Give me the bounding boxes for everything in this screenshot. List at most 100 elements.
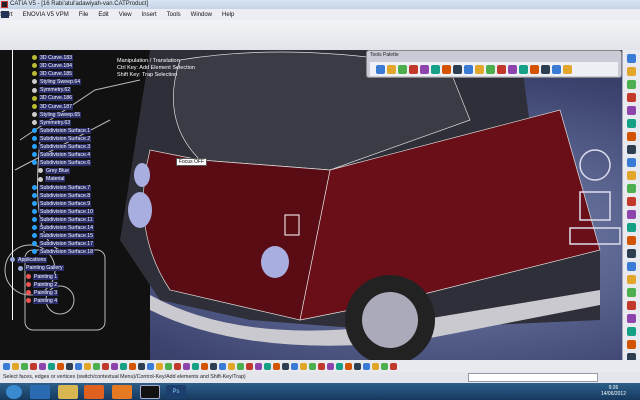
palette-tool-icon[interactable]: [420, 64, 429, 74]
menu-tools[interactable]: Tools: [167, 12, 191, 18]
standard-tool-icon[interactable]: [84, 362, 91, 370]
palette-tool-icon[interactable]: [464, 64, 473, 74]
tree-item[interactable]: Subdivision Surface.17: [4, 240, 104, 248]
standard-tool-icon[interactable]: [264, 362, 271, 370]
side-tool-icon[interactable]: [627, 67, 636, 76]
menu-help[interactable]: Help: [222, 12, 244, 18]
tree-item[interactable]: Subdivision Surface.10: [4, 208, 104, 216]
standard-tool-icon[interactable]: [282, 362, 289, 370]
palette-tool-icon[interactable]: [508, 64, 517, 74]
standard-tool-icon[interactable]: [30, 362, 37, 370]
tree-item[interactable]: Styling Sweep.65: [4, 111, 104, 119]
tree-item[interactable]: 3D Curve.183: [4, 54, 104, 62]
tree-item[interactable]: Styling Sweep.64: [4, 78, 104, 86]
standard-tool-icon[interactable]: [12, 362, 19, 370]
palette-tool-icon[interactable]: [541, 64, 550, 74]
tree-item[interactable]: Subdivision Surface.9: [4, 200, 104, 208]
tree-item[interactable]: Subdivision Surface.15: [4, 232, 104, 240]
side-tool-icon[interactable]: [627, 327, 636, 336]
standard-tool-icon[interactable]: [201, 362, 208, 370]
side-tool-icon[interactable]: [627, 145, 636, 154]
side-tool-icon[interactable]: [627, 158, 636, 167]
standard-tool-icon[interactable]: [3, 362, 10, 370]
side-tool-icon[interactable]: [627, 288, 636, 297]
tree-item[interactable]: Subdivision Surface.8: [4, 192, 104, 200]
tree-item-painting[interactable]: Painting 1: [4, 273, 104, 281]
standard-tool-icon[interactable]: [318, 362, 325, 370]
side-tool-icon[interactable]: [627, 132, 636, 141]
standard-tool-icon[interactable]: [327, 362, 334, 370]
standard-tool-icon[interactable]: [102, 362, 109, 370]
standard-tool-icon[interactable]: [138, 362, 145, 370]
standard-tool-icon[interactable]: [309, 362, 316, 370]
tree-item[interactable]: Subdivision Surface.11: [4, 216, 104, 224]
side-tool-icon[interactable]: [627, 197, 636, 206]
menu-view[interactable]: View: [119, 12, 142, 18]
tree-item[interactable]: Subdivision Surface.14: [4, 224, 104, 232]
standard-tool-icon[interactable]: [291, 362, 298, 370]
tree-item[interactable]: 3D Curve.184: [4, 62, 104, 70]
tree-item[interactable]: Subdivision Surface.18: [4, 248, 104, 256]
palette-tool-icon[interactable]: [376, 64, 385, 74]
side-tool-icon[interactable]: [627, 119, 636, 128]
menu-enovia-v5-vpm[interactable]: ENOVIA V5 VPM: [23, 12, 79, 18]
command-input[interactable]: [468, 373, 598, 382]
tree-item[interactable]: 3D Curve.186: [4, 94, 104, 102]
standard-tool-icon[interactable]: [219, 362, 226, 370]
side-tool-icon[interactable]: [627, 223, 636, 232]
standard-tool-icon[interactable]: [165, 362, 172, 370]
side-tool-icon[interactable]: [627, 340, 636, 349]
tree-item[interactable]: Material: [4, 175, 104, 183]
side-tool-icon[interactable]: [627, 184, 636, 193]
standard-tool-icon[interactable]: [237, 362, 244, 370]
side-tool-icon[interactable]: [627, 80, 636, 89]
standard-tool-icon[interactable]: [93, 362, 100, 370]
menu-window[interactable]: Window: [191, 12, 222, 18]
tree-item[interactable]: 3D Curve.185: [4, 70, 104, 78]
tree-item-painting[interactable]: Painting 2: [4, 281, 104, 289]
tree-item-painting[interactable]: Painting 4: [4, 297, 104, 305]
standard-tool-icon[interactable]: [120, 362, 127, 370]
tree-item-applications[interactable]: Applications: [4, 256, 104, 264]
clock[interactable]: 9:26 14/06/2012: [601, 385, 626, 397]
specification-tree[interactable]: 3D Curve.183 3D Curve.184 3D Curve.185 Styl…: [4, 54, 104, 305]
standard-tool-icon[interactable]: [354, 362, 361, 370]
firefox-icon[interactable]: [112, 385, 132, 399]
side-tool-icon[interactable]: [627, 210, 636, 219]
tree-item[interactable]: Subdivision Surface.4: [4, 151, 104, 159]
standard-tool-icon[interactable]: [228, 362, 235, 370]
standard-tool-icon[interactable]: [156, 362, 163, 370]
palette-tool-icon[interactable]: [519, 64, 528, 74]
menu-file[interactable]: File: [79, 12, 99, 18]
tools-palette[interactable]: Tools Palette: [366, 50, 622, 78]
photoshop-icon[interactable]: Ps: [166, 385, 186, 399]
palette-tool-icon[interactable]: [453, 64, 462, 74]
standard-tool-icon[interactable]: [21, 362, 28, 370]
standard-tool-icon[interactable]: [273, 362, 280, 370]
palette-tool-icon[interactable]: [398, 64, 407, 74]
standard-tool-icon[interactable]: [345, 362, 352, 370]
palette-tool-icon[interactable]: [387, 64, 396, 74]
palette-tool-icon[interactable]: [409, 64, 418, 74]
standard-tool-icon[interactable]: [372, 362, 379, 370]
side-tool-icon[interactable]: [627, 314, 636, 323]
side-tool-icon[interactable]: [627, 236, 636, 245]
tree-item-painting[interactable]: Painting 3: [4, 289, 104, 297]
side-tool-icon[interactable]: [627, 106, 636, 115]
side-tool-icon[interactable]: [627, 54, 636, 63]
standard-tool-icon[interactable]: [336, 362, 343, 370]
standard-tool-icon[interactable]: [75, 362, 82, 370]
tree-item[interactable]: Subdivision Surface.1: [4, 127, 104, 135]
catia-taskbar-icon[interactable]: [140, 385, 160, 399]
media-player-icon[interactable]: [84, 385, 104, 399]
palette-tool-icon[interactable]: [442, 64, 451, 74]
tree-item[interactable]: Grey Blue: [4, 167, 104, 175]
standard-tool-icon[interactable]: [183, 362, 190, 370]
tree-item[interactable]: Symmetry.63: [4, 119, 104, 127]
tree-item[interactable]: Subdivision Surface.3: [4, 143, 104, 151]
tree-item-painting-gallery[interactable]: Painting Gallery: [4, 264, 104, 272]
tree-item[interactable]: Subdivision Surface.7: [4, 184, 104, 192]
side-tool-icon[interactable]: [627, 93, 636, 102]
standard-tool-icon[interactable]: [147, 362, 154, 370]
palette-tool-icon[interactable]: [475, 64, 484, 74]
